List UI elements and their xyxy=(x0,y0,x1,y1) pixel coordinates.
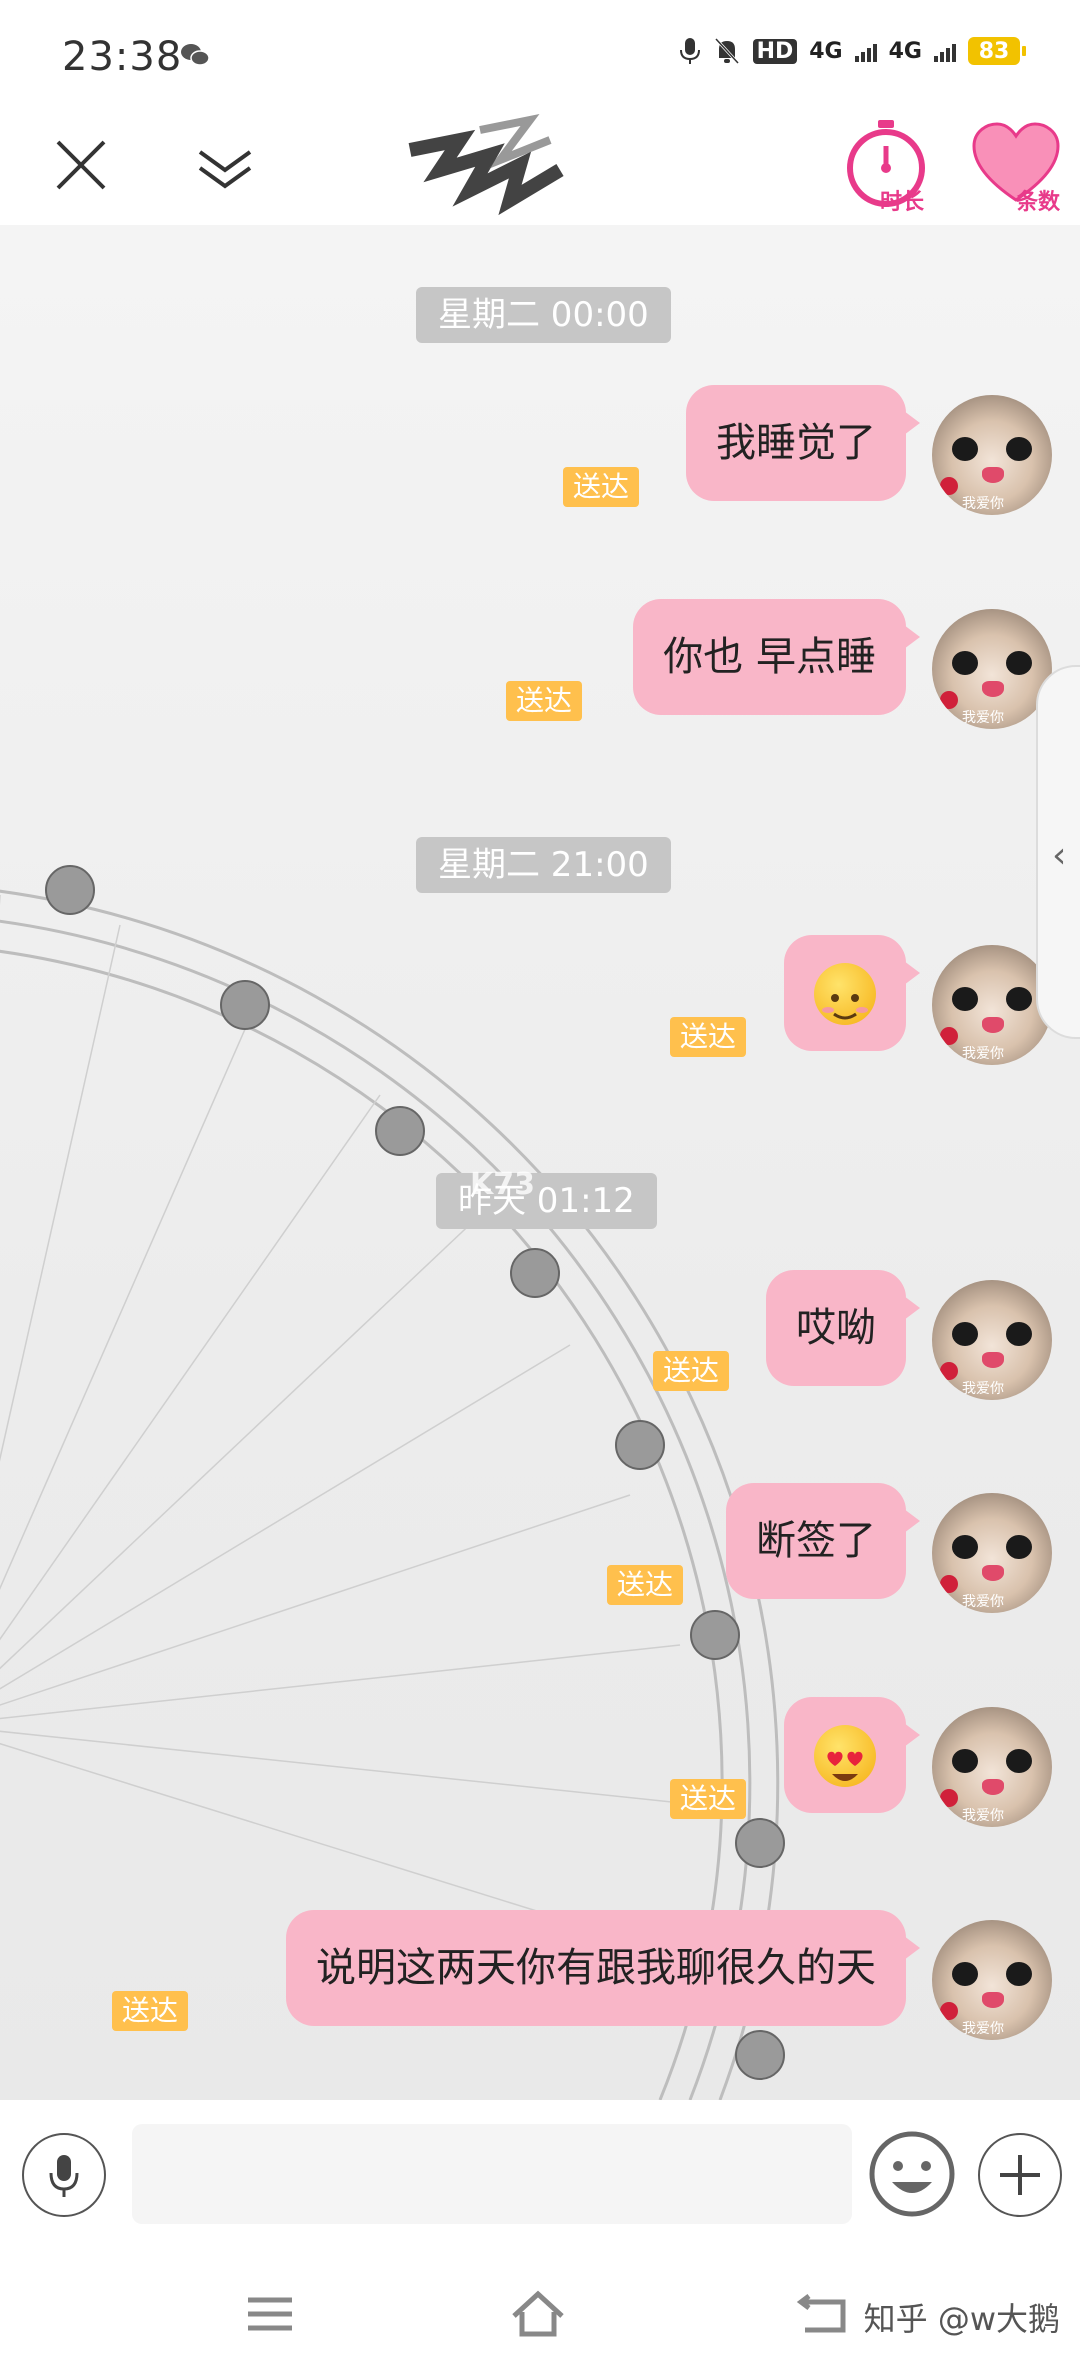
side-drawer-handle[interactable]: ‹ xyxy=(1036,665,1080,1039)
avatar[interactable]: 我爱你 xyxy=(932,1280,1052,1400)
signal-icon-1 xyxy=(854,40,877,62)
delivered-badge: 送达 xyxy=(670,1779,747,1819)
mute-bell-icon xyxy=(714,37,739,65)
system-nav-bar: 知乎 @w大鹅 xyxy=(0,2250,1080,2376)
ferris-wheel-background xyxy=(0,865,785,2100)
zhihu-watermark: 知乎 @w大鹅 xyxy=(863,2300,1060,2338)
count-button[interactable]: 条数 xyxy=(970,118,1070,218)
heart-eyes-face-icon xyxy=(814,1725,876,1787)
delivered-badge: 送达 xyxy=(607,1565,684,1605)
chat-header: 时长 条数 xyxy=(0,110,1080,225)
status-bar: 23:38 HD 4G 4G 83 xyxy=(0,0,1080,110)
input-bar xyxy=(0,2100,1080,2250)
delivered-badge: 送达 xyxy=(653,1351,730,1391)
signal-icon-2 xyxy=(934,40,956,62)
redacted-contact-name xyxy=(408,114,564,216)
emoji-message-bubble[interactable] xyxy=(784,1697,920,1813)
duration-button[interactable]: 时长 xyxy=(840,118,940,218)
message-bubble[interactable]: 我睡觉了 xyxy=(686,385,920,501)
avatar[interactable]: 我爱你 xyxy=(932,945,1052,1065)
menu-icon[interactable] xyxy=(240,2286,300,2342)
status-icons: HD 4G 4G 83 xyxy=(679,36,1026,66)
smiling-face-icon xyxy=(814,963,876,1025)
duration-label: 时长 xyxy=(880,190,925,215)
voice-button[interactable] xyxy=(22,2133,106,2217)
microphone-icon xyxy=(49,2155,79,2197)
avatar[interactable]: 我爱你 xyxy=(932,395,1052,515)
smile-icon xyxy=(869,2131,955,2217)
delivered-badge: 送达 xyxy=(563,467,640,507)
wechat-icon xyxy=(181,44,210,66)
network-type-1: 4G xyxy=(809,38,843,64)
k73-watermark: K73 xyxy=(470,1167,535,1202)
avatar[interactable]: 我爱你 xyxy=(932,1920,1052,2040)
chevron-left-icon: ‹ xyxy=(1052,835,1067,876)
message-input[interactable] xyxy=(132,2124,852,2224)
count-label: 条数 xyxy=(1016,190,1061,215)
avatar[interactable]: 我爱你 xyxy=(932,609,1052,729)
emoji-message-bubble[interactable] xyxy=(784,935,920,1051)
timestamp: 星期二 00:00 xyxy=(416,287,671,343)
chat-area[interactable]: 星期二 00:00 星期二 21:00 昨天 01:12 K73 我睡觉了 送达… xyxy=(0,225,1080,2100)
message-bubble[interactable]: 断签了 xyxy=(726,1483,920,1599)
avatar[interactable]: 我爱你 xyxy=(932,1707,1052,1827)
hd-badge: HD xyxy=(752,38,798,64)
plus-icon xyxy=(1000,2155,1040,2195)
avatar[interactable]: 我爱你 xyxy=(932,1493,1052,1613)
delivered-badge: 送达 xyxy=(506,681,583,721)
status-time: 23:38 xyxy=(62,34,183,80)
chevron-double-down-icon[interactable] xyxy=(190,130,260,200)
plus-button[interactable] xyxy=(978,2133,1062,2217)
battery-indicator: 83 xyxy=(968,37,1026,65)
delivered-badge: 送达 xyxy=(112,1991,189,2031)
timestamp: 星期二 21:00 xyxy=(416,837,671,893)
back-icon[interactable] xyxy=(795,2286,855,2342)
home-icon[interactable] xyxy=(508,2286,568,2342)
message-bubble[interactable]: 哎呦 xyxy=(766,1270,920,1386)
message-bubble[interactable]: 说明这两天你有跟我聊很久的天 xyxy=(286,1910,920,2026)
close-icon[interactable] xyxy=(46,130,116,200)
delivered-badge: 送达 xyxy=(670,1017,747,1057)
microphone-status-icon xyxy=(679,38,700,64)
message-bubble[interactable]: 你也 早点睡 xyxy=(633,599,920,715)
emoji-button[interactable] xyxy=(866,2128,958,2220)
network-type-2: 4G xyxy=(888,38,922,64)
